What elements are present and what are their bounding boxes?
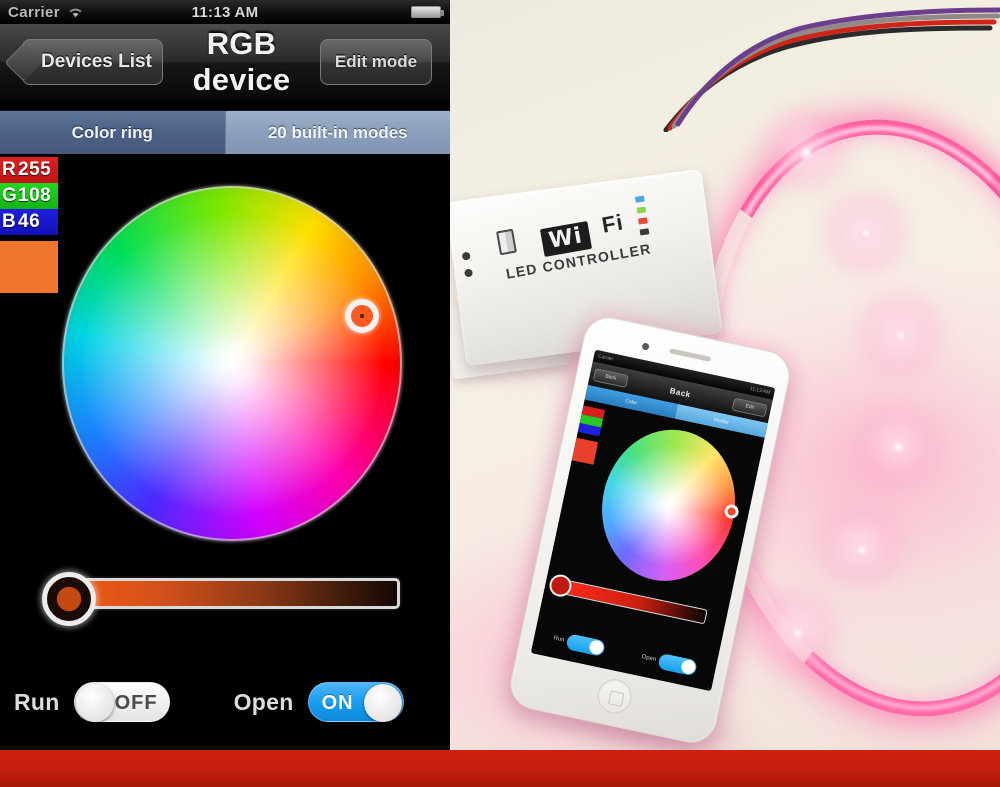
open-toggle-group: Open ON <box>234 682 404 722</box>
navigation-bar: Devices List RGB device Edit mode <box>0 24 450 102</box>
status-bar: Carrier 11:13 AM <box>0 0 450 24</box>
phone-screen: Carrier 11:13 AM Back Back Edit Color Mo… <box>530 349 776 692</box>
phone-open-switch[interactable] <box>657 652 698 677</box>
battery-icon <box>411 6 444 18</box>
phone-app-body: Run Open <box>530 399 765 692</box>
phone-toggle-bar: Run Open <box>532 620 718 688</box>
run-toggle-group: Run OFF <box>14 682 170 722</box>
open-toggle-switch[interactable]: ON <box>307 682 404 722</box>
red-channel-label: R <box>2 159 17 180</box>
clock-label: 11:13 AM <box>191 3 259 21</box>
green-channel-value: 108 <box>18 185 52 206</box>
brightness-slider[interactable] <box>42 572 400 626</box>
run-toggle-knob[interactable] <box>75 684 114 722</box>
rgb-row-blue: B 46 <box>0 209 58 235</box>
tab-color-ring[interactable]: Color ring <box>0 111 225 154</box>
phone-carrier-label: Carrier <box>597 353 614 363</box>
open-label: Open <box>233 688 294 715</box>
phone-rgb-panel <box>577 405 605 437</box>
brightness-slider-handle[interactable] <box>42 572 96 626</box>
phone-nav-title: Back <box>669 385 692 399</box>
segmented-control: Color ring 20 built-in modes <box>0 110 450 154</box>
run-toggle-state: OFF <box>114 692 158 714</box>
color-ring-picker[interactable] <box>62 186 402 541</box>
app-bottom-filler <box>0 732 450 750</box>
red-channel-value: 255 <box>18 159 52 180</box>
open-toggle-knob[interactable] <box>363 684 402 722</box>
phone-open-toggle-group: Open <box>640 649 698 677</box>
rgb-values-panel: R 255 G 108 B 46 <box>0 157 58 293</box>
phone-open-label: Open <box>641 654 657 664</box>
devices-list-back-button[interactable]: Devices List <box>22 39 163 85</box>
earpiece-speaker <box>669 348 712 362</box>
rgb-row-red: R 255 <box>0 157 58 183</box>
phone-back-button[interactable]: Back <box>592 367 629 388</box>
phone-color-swatch <box>571 437 599 465</box>
phone-run-switch[interactable] <box>565 633 606 657</box>
rgb-row-green: G 108 <box>0 183 58 209</box>
phone-app-screenshot: Carrier 11:13 AM Devices List RGB device… <box>0 0 450 750</box>
phone-edit-button[interactable]: Edit <box>731 397 768 417</box>
connection-wires <box>663 7 1000 132</box>
toggle-bar: Run OFF Open ON <box>0 672 450 732</box>
phone-run-label: Run <box>552 635 565 644</box>
phone-brightness-slider[interactable] <box>555 578 708 625</box>
blue-channel-label: B <box>2 211 17 232</box>
color-wheel-border <box>62 186 402 541</box>
edit-mode-button[interactable]: Edit mode <box>320 39 432 85</box>
screenshot-root: Carrier 11:13 AM Devices List RGB device… <box>0 0 1000 787</box>
tab-builtin-modes[interactable]: 20 built-in modes <box>224 111 450 154</box>
brightness-slider-track[interactable] <box>64 578 400 609</box>
run-label: Run <box>14 688 60 715</box>
front-camera-icon <box>641 342 650 351</box>
home-button[interactable] <box>594 676 635 717</box>
controller-fi-label: Fi <box>599 209 626 238</box>
color-wheel-cursor[interactable] <box>345 299 379 333</box>
open-toggle-state: ON <box>321 692 354 714</box>
phone-color-wheel[interactable] <box>588 417 749 594</box>
bottom-red-banner <box>0 750 1000 787</box>
product-photo: Wi Fi LED CONTROLLER Carrier 11:13 AM Ba… <box>450 0 1000 750</box>
current-color-swatch <box>0 241 58 293</box>
run-toggle-switch[interactable]: OFF <box>73 682 170 722</box>
phone-run-toggle-group: Run <box>552 630 606 657</box>
blue-channel-value: 46 <box>18 211 41 232</box>
green-channel-label: G <box>2 185 18 206</box>
page-title: RGB device <box>192 26 291 97</box>
